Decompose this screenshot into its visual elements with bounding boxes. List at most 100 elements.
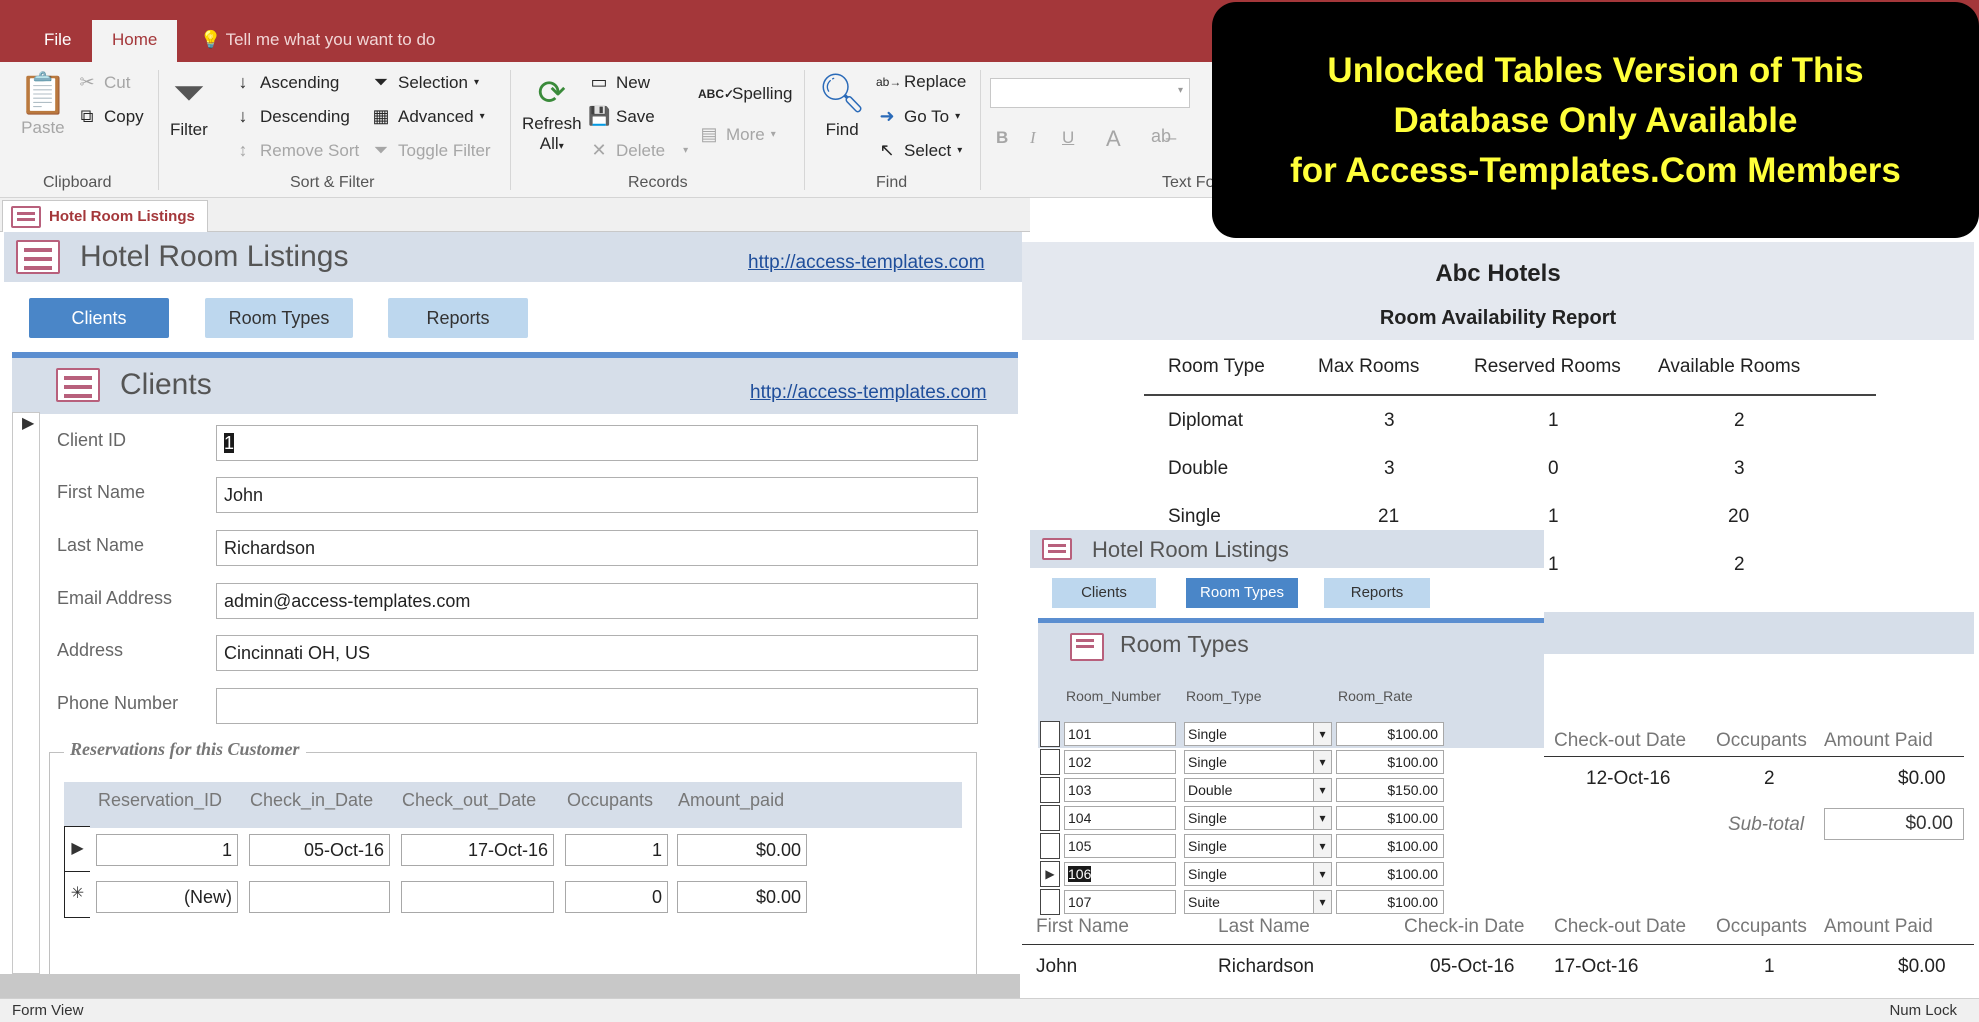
dropdown-arrow-icon[interactable]: ▾ <box>1313 863 1331 885</box>
row-selector[interactable]: ▶ <box>1040 861 1060 887</box>
email-field[interactable]: admin@access-templates.com <box>216 583 978 619</box>
nav-reports-button[interactable]: Reports <box>388 298 528 338</box>
nav-clients-button[interactable]: Clients <box>29 298 169 338</box>
detail-amount-paid: $0.00 <box>1898 768 1946 789</box>
room-rate-cell[interactable]: $100.00 <box>1336 862 1444 886</box>
room-type-select[interactable]: Single ▾ <box>1184 862 1332 886</box>
dropdown-arrow-icon[interactable]: ▾ <box>1313 779 1331 801</box>
dropdown-arrow-icon[interactable]: ▾ <box>1313 835 1331 857</box>
row-selector[interactable] <box>1040 749 1060 775</box>
occupants-cell[interactable]: 1 <box>565 834 668 866</box>
nav-room-types-button[interactable]: Room Types <box>205 298 353 338</box>
check-in-cell[interactable] <box>249 881 390 913</box>
amount-paid-cell[interactable]: $0.00 <box>677 881 807 913</box>
highlight-button[interactable]: ab̶ <box>1150 126 1172 147</box>
refresh-all-button[interactable]: ⟳ Refresh All▾ <box>522 72 582 154</box>
room-rate-cell[interactable]: $100.00 <box>1336 806 1444 830</box>
selection-button[interactable]: ⏷ Selection ▾ <box>370 72 479 93</box>
descending-button[interactable]: ↓ Descending <box>232 106 350 127</box>
last-name-field[interactable]: Richardson <box>216 530 978 566</box>
dropdown-arrow-icon[interactable]: ▾ <box>1313 751 1331 773</box>
font-name-select[interactable]: ▾ <box>990 78 1190 108</box>
dropdown-arrow-icon[interactable]: ▾ <box>1313 807 1331 829</box>
funnel-icon: ⏷ <box>172 71 205 115</box>
inset-nav-reports-button[interactable]: Reports <box>1324 578 1430 608</box>
copy-label: Copy <box>104 106 144 126</box>
room-number-cell[interactable]: 101 <box>1064 722 1176 746</box>
website-link[interactable]: http://access-templates.com <box>748 252 985 274</box>
dropdown-arrow-icon: ▾ <box>683 145 689 156</box>
row-selector[interactable]: ▶ <box>64 826 90 872</box>
room-number-cell[interactable]: 102 <box>1064 750 1176 774</box>
row-selector[interactable] <box>1040 721 1060 747</box>
amount-paid-cell[interactable]: $0.00 <box>677 834 807 866</box>
copy-button[interactable]: ⧉ Copy <box>76 106 144 127</box>
room-rate-cell[interactable]: $100.00 <box>1336 722 1444 746</box>
bold-button[interactable]: B <box>996 128 1008 148</box>
reservation-id-cell[interactable]: 1 <box>96 834 238 866</box>
room-type-select[interactable]: Single ▾ <box>1184 806 1332 830</box>
horizontal-scroll-area[interactable] <box>0 974 1020 998</box>
go-to-button[interactable]: ➜ Go To ▾ <box>876 106 960 127</box>
room-rate-cell[interactable]: $100.00 <box>1336 890 1444 914</box>
room-number-cell[interactable]: 105 <box>1064 834 1176 858</box>
tab-file[interactable]: File <box>24 20 91 62</box>
room-number-cell[interactable]: 107 <box>1064 890 1176 914</box>
ascending-button[interactable]: ↓ Ascending <box>232 72 340 93</box>
check-out-cell[interactable] <box>401 881 554 913</box>
website-link[interactable]: http://access-templates.com <box>750 382 987 404</box>
row-selector[interactable] <box>1040 805 1060 831</box>
italic-button[interactable]: I <box>1030 128 1036 148</box>
reservation-id-cell[interactable]: (New) <box>96 881 238 913</box>
room-type-select[interactable]: Single ▾ <box>1184 834 1332 858</box>
room-rate-cell[interactable]: $100.00 <box>1336 750 1444 774</box>
spelling-button[interactable]: ABC✓ Spelling <box>698 84 793 104</box>
room-number-cell[interactable]: 103 <box>1064 778 1176 802</box>
row-selector[interactable] <box>1040 777 1060 803</box>
record-selector[interactable]: ▶ <box>12 412 40 974</box>
replace-button[interactable]: ab→ Replace <box>876 72 966 92</box>
client-id-field[interactable]: 1 <box>216 425 978 461</box>
find-button[interactable]: 🔍︎ Find <box>818 72 866 140</box>
check-in-cell[interactable]: 05-Oct-16 <box>249 834 390 866</box>
save-button[interactable]: 💾 Save <box>588 106 655 127</box>
dropdown-arrow-icon[interactable]: ▾ <box>1313 891 1331 913</box>
inset-nav-room-types-button[interactable]: Room Types <box>1186 578 1298 608</box>
room-number-cell[interactable]: 104 <box>1064 806 1176 830</box>
room-type-select[interactable]: Suite ▾ <box>1184 890 1332 914</box>
room-type-select[interactable]: Single ▾ <box>1184 750 1332 774</box>
document-tab-hotel-room-listings[interactable]: Hotel Room Listings <box>2 200 208 232</box>
dropdown-arrow-icon[interactable]: ▾ <box>1313 723 1331 745</box>
cut-button[interactable]: ✂ Cut <box>76 72 130 93</box>
tell-me-search[interactable]: 💡 Tell me what you want to do <box>200 20 435 62</box>
tab-home[interactable]: Home <box>92 20 178 62</box>
filter-button[interactable]: ⏷ Filter <box>170 72 208 140</box>
room-rate-cell[interactable]: $150.00 <box>1336 778 1444 802</box>
delete-button[interactable]: ✕ Delete ▾ <box>588 140 688 161</box>
underline-button[interactable]: U <box>1062 128 1074 148</box>
toggle-filter-button[interactable]: ⏷ Toggle Filter <box>370 140 491 161</box>
room-type-select[interactable]: Double ▾ <box>1184 778 1332 802</box>
row-selector[interactable]: ✳ <box>64 872 90 918</box>
phone-field[interactable] <box>216 688 978 724</box>
paste-button[interactable]: 📋 Paste <box>18 72 68 138</box>
address-field[interactable]: Cincinnati OH, US <box>216 635 978 671</box>
room-number-cell[interactable]: 106 <box>1064 862 1176 886</box>
room-type-select[interactable]: Single ▾ <box>1184 722 1332 746</box>
first-name-field[interactable]: John <box>216 477 978 513</box>
more-button[interactable]: ▤ More ▾ <box>698 124 775 145</box>
room-rate-cell[interactable]: $100.00 <box>1336 834 1444 858</box>
inset-nav-clients-button[interactable]: Clients <box>1052 578 1156 608</box>
occupants-cell[interactable]: 0 <box>565 881 668 913</box>
check-out-cell[interactable]: 17-Oct-16 <box>401 834 554 866</box>
new-record-button[interactable]: ▭ New <box>588 72 650 93</box>
row-selector[interactable] <box>1040 889 1060 915</box>
column-header: Room_Number <box>1066 688 1161 704</box>
remove-sort-button[interactable]: ↕ Remove Sort <box>232 140 360 161</box>
font-color-button[interactable]: A <box>1106 126 1121 152</box>
toggle-filter-label: Toggle Filter <box>398 140 491 160</box>
advanced-button[interactable]: ▦ Advanced ▾ <box>370 106 484 127</box>
select-button[interactable]: ↖ Select ▾ <box>876 140 962 161</box>
scissors-icon: ✂ <box>79 72 95 92</box>
row-selector[interactable] <box>1040 833 1060 859</box>
